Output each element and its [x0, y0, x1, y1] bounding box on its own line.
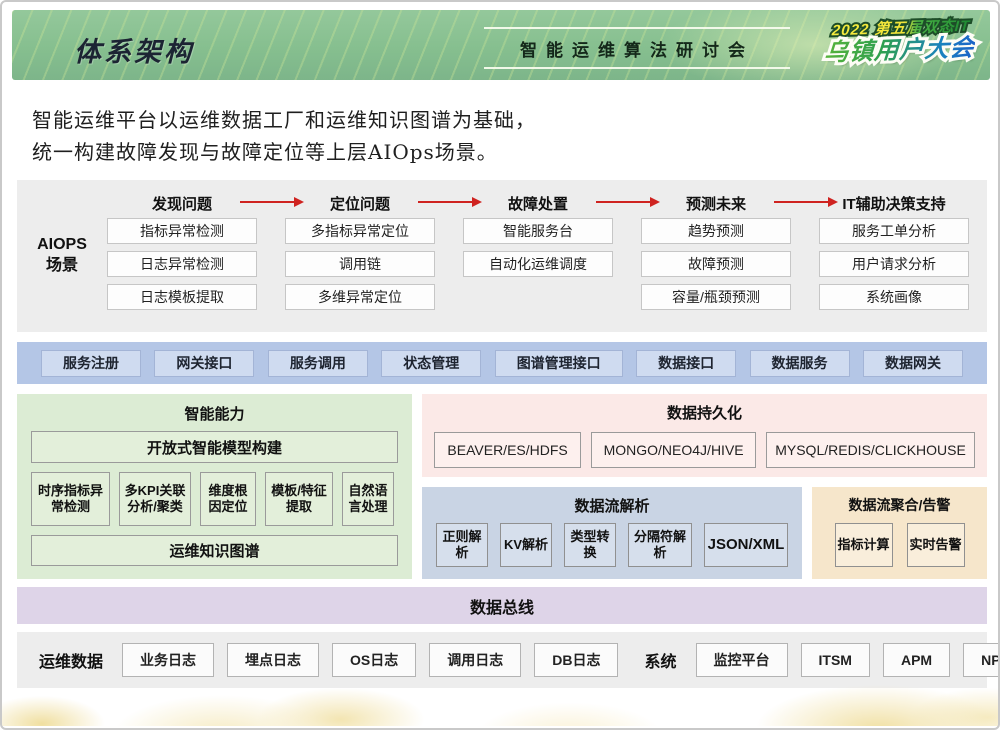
- aiops-columns: 发现问题 指标异常检测 日志异常检测 日志模板提取 定位问题 多指标异常定位 调…: [107, 180, 987, 332]
- header-banner: 体系架构 智能运维算法研讨会 2022 第五届双态IT 2022 第五届双态IT…: [12, 10, 990, 80]
- storage-row: BEAVER/ES/HDFS MONGO/NEO4J/HIVE MYSQL/RE…: [434, 432, 975, 468]
- storage-box: BEAVER/ES/HDFS: [434, 432, 581, 468]
- parse-box: 分隔符解析: [628, 523, 692, 567]
- column-header: 定位问题: [285, 188, 435, 218]
- seminar-title-block: 智能运维算法研讨会: [484, 27, 790, 69]
- intelligence-panel: 智能能力 开放式智能模型构建 时序指标异常检测 多KPI关联分析/聚类 维度根因…: [17, 394, 412, 579]
- system-box: 监控平台: [696, 643, 788, 677]
- page-title: 体系架构: [74, 30, 194, 69]
- data-bus-row: 数据总线: [17, 587, 987, 624]
- system-box: NPM: [963, 643, 1000, 677]
- ops-data-label: 运维数据: [39, 648, 103, 672]
- persistence-panel: 数据持久化 BEAVER/ES/HDFS MONGO/NEO4J/HIVE MY…: [422, 394, 987, 477]
- aiops-box: 服务工单分析: [819, 218, 969, 244]
- aiops-column-handle: 故障处置 智能服务台 自动化运维调度: [463, 188, 613, 332]
- knowledge-graph-box: 运维知识图谱: [31, 535, 398, 566]
- open-model-box: 开放式智能模型构建: [31, 431, 398, 463]
- aiops-box: 多指标异常定位: [285, 218, 435, 244]
- aiops-column-decision: IT辅助决策支持 服务工单分析 用户请求分析 系统画像: [819, 188, 969, 332]
- log-box: OS日志: [332, 643, 416, 677]
- aiops-box: 用户请求分析: [819, 251, 969, 277]
- aiops-box: 系统画像: [819, 284, 969, 310]
- footer-clouds-decoration: [2, 682, 998, 726]
- agg-row: 指标计算 实时告警: [828, 523, 971, 567]
- aiops-box: 自动化运维调度: [463, 251, 613, 277]
- aiops-column-discover: 发现问题 指标异常检测 日志异常检测 日志模板提取: [107, 188, 257, 332]
- capability-box: 自然语言处理: [342, 472, 394, 526]
- system-box: APM: [883, 643, 950, 677]
- aiops-box: 容量/瓶颈预测: [641, 284, 791, 310]
- intro-text: 智能运维平台以运维数据工厂和运维知识图谱为基础， 统一构建故障发现与故障定位等上…: [32, 104, 536, 168]
- system-box: ITSM: [801, 643, 870, 677]
- parse-box: 类型转换: [564, 523, 616, 567]
- parse-row: 正则解析 KV解析 类型转换 分隔符解析 JSON/XML: [436, 523, 788, 567]
- service-item: 服务注册: [41, 350, 141, 377]
- flow-arrow-icon: [596, 198, 660, 206]
- slide-page: 体系架构 智能运维算法研讨会 2022 第五届双态IT 2022 第五届双态IT…: [0, 0, 1000, 730]
- log-box: DB日志: [534, 643, 618, 677]
- stream-parse-panel: 数据流解析 正则解析 KV解析 类型转换 分隔符解析 JSON/XML: [422, 487, 802, 579]
- storage-box: MYSQL/REDIS/CLICKHOUSE: [766, 432, 975, 468]
- persistence-title: 数据持久化: [434, 402, 975, 423]
- stream-agg-panel: 数据流聚合/告警 指标计算 实时告警: [812, 487, 987, 579]
- system-label: 系统: [644, 648, 676, 672]
- aiops-column-locate: 定位问题 多指标异常定位 调用链 多维异常定位: [285, 188, 435, 332]
- storage-box: MONGO/NEO4J/HIVE: [591, 432, 756, 468]
- intro-line2: 统一构建故障发现与故障定位等上层AIOps场景。: [32, 136, 536, 168]
- log-box: 业务日志: [122, 643, 214, 677]
- event-logo: 2022 第五届双态IT 2022 第五届双态IT 乌镇用户大会 乌镇用户大会: [798, 18, 1000, 67]
- aiops-box: 故障预测: [641, 251, 791, 277]
- agg-box: 实时告警: [907, 523, 965, 567]
- seminar-title: 智能运维算法研讨会: [520, 41, 754, 60]
- capability-box: 模板/特征提取: [265, 472, 333, 526]
- intro-line1: 智能运维平台以运维数据工厂和运维知识图谱为基础，: [32, 104, 536, 136]
- capability-row: 时序指标异常检测 多KPI关联分析/聚类 维度根因定位 模板/特征提取 自然语言…: [31, 472, 398, 526]
- column-header: IT辅助决策支持: [819, 188, 969, 218]
- column-header: 发现问题: [107, 188, 257, 218]
- parse-box: 正则解析: [436, 523, 488, 567]
- aiops-box: 日志异常检测: [107, 251, 257, 277]
- stream-parse-title: 数据流解析: [436, 495, 788, 516]
- log-box: 调用日志: [429, 643, 521, 677]
- service-item: 状态管理: [381, 350, 481, 377]
- aiops-box: 调用链: [285, 251, 435, 277]
- parse-box: JSON/XML: [704, 523, 788, 567]
- column-header: 故障处置: [463, 188, 613, 218]
- service-item: 服务调用: [268, 350, 368, 377]
- service-item: 数据服务: [750, 350, 850, 377]
- service-item: 数据接口: [636, 350, 736, 377]
- service-bus-row: 服务注册 网关接口 服务调用 状态管理 图谱管理接口 数据接口 数据服务 数据网…: [17, 342, 987, 384]
- data-sources-row: 运维数据 业务日志 埋点日志 OS日志 调用日志 DB日志 系统 监控平台 IT…: [17, 632, 987, 688]
- agg-box: 指标计算: [835, 523, 893, 567]
- flow-arrow-icon: [418, 198, 482, 206]
- aiops-box: 智能服务台: [463, 218, 613, 244]
- stream-agg-title: 数据流聚合/告警: [828, 495, 971, 515]
- parse-box: KV解析: [500, 523, 552, 567]
- aiops-box: 日志模板提取: [107, 284, 257, 310]
- capability-box: 时序指标异常检测: [31, 472, 110, 526]
- capability-box: 多KPI关联分析/聚类: [119, 472, 191, 526]
- service-item: 图谱管理接口: [495, 350, 623, 377]
- intelligence-title: 智能能力: [31, 403, 398, 424]
- column-header: 预测未来: [641, 188, 791, 218]
- service-item: 数据网关: [863, 350, 963, 377]
- log-box: 埋点日志: [227, 643, 319, 677]
- event-logo-line2: 乌镇用户大会 乌镇用户大会: [823, 35, 975, 65]
- capability-box: 维度根因定位: [200, 472, 256, 526]
- aiops-box: 多维异常定位: [285, 284, 435, 310]
- aiops-box: 趋势预测: [641, 218, 791, 244]
- aiops-section: AIOPS 场景 发现问题 指标异常检测 日志异常检测 日志模板提取 定位问题 …: [17, 180, 987, 332]
- aiops-column-predict: 预测未来 趋势预测 故障预测 容量/瓶颈预测: [641, 188, 791, 332]
- flow-arrow-icon: [774, 198, 838, 206]
- service-item: 网关接口: [154, 350, 254, 377]
- flow-arrow-icon: [240, 198, 304, 206]
- aiops-section-label: AIOPS 场景: [17, 180, 107, 332]
- aiops-box: 指标异常检测: [107, 218, 257, 244]
